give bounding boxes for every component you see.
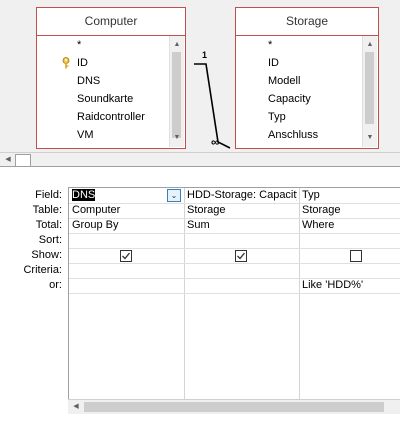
grid-field-cell[interactable]: DNS xyxy=(69,188,168,203)
grid-hscrollbar[interactable]: ◀ xyxy=(68,399,400,414)
grid-table-cell[interactable]: Storage xyxy=(184,203,297,218)
row-label-total: Total: xyxy=(35,219,62,231)
grid-table-cell[interactable]: Storage xyxy=(299,203,400,218)
grid-table-cell[interactable]: Computer xyxy=(69,203,182,218)
checkmark-icon xyxy=(122,252,131,260)
relationship-pane-hscrollbar[interactable]: ◀ xyxy=(0,152,400,167)
show-checkbox[interactable] xyxy=(235,250,247,262)
grid-or-cell[interactable] xyxy=(299,293,400,308)
grid-criteria-cell[interactable] xyxy=(184,278,297,293)
relationship-one-label: 1 xyxy=(202,50,207,60)
chevron-down-icon[interactable]: ⌄ xyxy=(167,189,181,202)
scroll-thumb[interactable] xyxy=(84,402,384,412)
row-label-or: or: xyxy=(49,279,62,291)
row-label-criteria: Criteria: xyxy=(23,264,62,276)
checkmark-icon xyxy=(237,252,246,260)
relationship-many-label: ∞ xyxy=(211,135,220,149)
grid-criteria-cell[interactable]: Like 'HDD%' xyxy=(299,278,400,293)
scroll-thumb[interactable] xyxy=(15,154,31,167)
show-checkbox[interactable] xyxy=(350,250,362,262)
relationship-join-line[interactable]: 1 ∞ xyxy=(0,0,400,152)
row-label-show: Show: xyxy=(31,249,62,261)
grid-or-cell[interactable] xyxy=(69,293,182,308)
relationship-pane: Computer * ID DNS Soundkarte Raidcontrol… xyxy=(0,0,400,152)
row-label-sort: Sort: xyxy=(38,234,62,246)
show-checkbox[interactable] xyxy=(120,250,132,262)
scroll-left-icon[interactable]: ◀ xyxy=(2,154,14,166)
query-design-grid: Field: Table: Total: Sort: Show: Criteri… xyxy=(0,167,400,430)
grid-field-cell[interactable]: HDD-Storage: Capacity xyxy=(184,188,297,203)
field-value: DNS xyxy=(72,189,96,201)
grid-criteria-cell[interactable] xyxy=(69,278,182,293)
grid-sort-cell[interactable] xyxy=(69,233,182,248)
grid-sort-cell[interactable] xyxy=(184,233,297,248)
grid-sort-cell[interactable] xyxy=(299,233,400,248)
row-label-table: Table: xyxy=(32,204,62,216)
grid-cells: DNS ⌄ Computer Group By HDD-Storage: Cap… xyxy=(68,187,400,400)
grid-field-cell[interactable]: Typ xyxy=(299,188,400,203)
row-label-field: Field: xyxy=(35,189,62,201)
grid-total-cell[interactable]: Where xyxy=(299,218,400,233)
grid-total-cell[interactable]: Group By xyxy=(69,218,182,233)
grid-total-cell[interactable]: Sum xyxy=(184,218,297,233)
scroll-left-icon[interactable]: ◀ xyxy=(70,401,82,413)
grid-or-cell[interactable] xyxy=(184,293,297,308)
